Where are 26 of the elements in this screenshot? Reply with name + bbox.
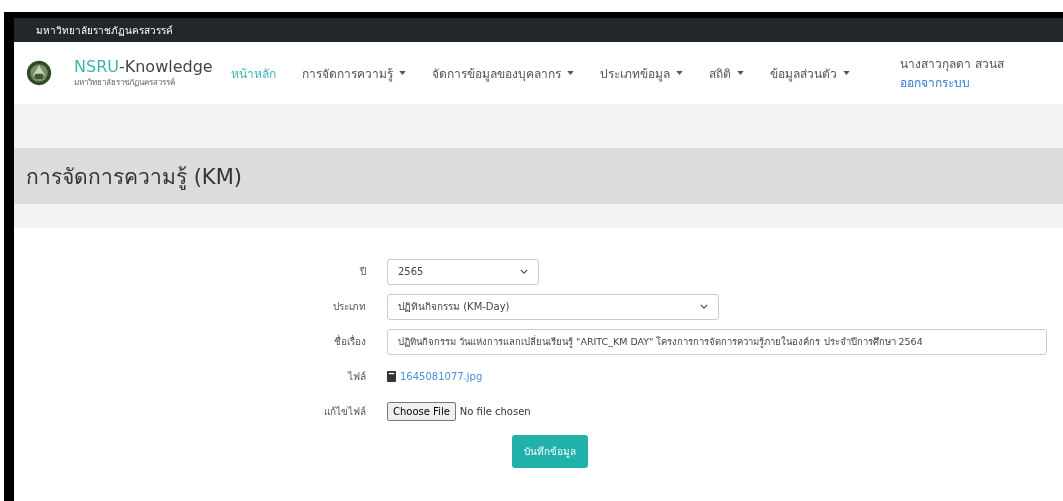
nav-link[interactable]: ประเภทข้อมูล [599, 63, 683, 83]
field-label: แก้ไขไฟล์ [323, 405, 367, 419]
field-label: ปี [358, 265, 367, 279]
user-name: นางสาวกุลดา สวนส [899, 56, 1004, 73]
file-link[interactable]: 1645081077.jpg [400, 371, 483, 382]
nav-link[interactable]: การจัดการความรู้ [301, 63, 406, 83]
select-field[interactable]: ปฏิทินกิจกรรม (KM-Day) [387, 293, 719, 320]
field-label: ชื่อเรื่อง [333, 334, 367, 349]
nav-link[interactable]: จัดการข้อมูลของบุคลากร [431, 63, 574, 83]
brand-name[interactable]: NSRU-Knowledge [74, 57, 213, 76]
nav-link[interactable]: สถิติ [708, 63, 744, 83]
brand-subtitle: มหาวิทยาลัยราชภัฏนครสวรรค์ [74, 76, 176, 89]
nav-link[interactable]: ข้อมูลส่วนตัว [769, 63, 850, 83]
page-title: การจัดการความรู้ (KM) [26, 163, 242, 192]
choose-file-button[interactable]: Choose File [387, 402, 456, 421]
chevron-icon [520, 269, 528, 274]
university-name: มหาวิทยาลัยราชภัฏนครสวรรค์ [36, 23, 173, 38]
select-field[interactable]: 2565 [387, 258, 539, 285]
field-label: ไฟล์ [346, 370, 367, 384]
emblem-icon [26, 60, 52, 86]
logout-link[interactable]: ออกจากระบบ [899, 73, 1004, 92]
book-icon [387, 371, 396, 382]
file-status: No file chosen [459, 406, 531, 417]
field-label: ประเภท [332, 300, 367, 314]
title-input[interactable]: ปฏิทินกิจกรรม วันแห่งการแลกเปลี่ยนเรียนรู้ "ARITC_KM DAY" โครงการการจัดการความรู้ภายในองค์กร ประจำปีการศึกษา 2564 [387, 328, 1047, 355]
chevron-icon [700, 304, 708, 309]
